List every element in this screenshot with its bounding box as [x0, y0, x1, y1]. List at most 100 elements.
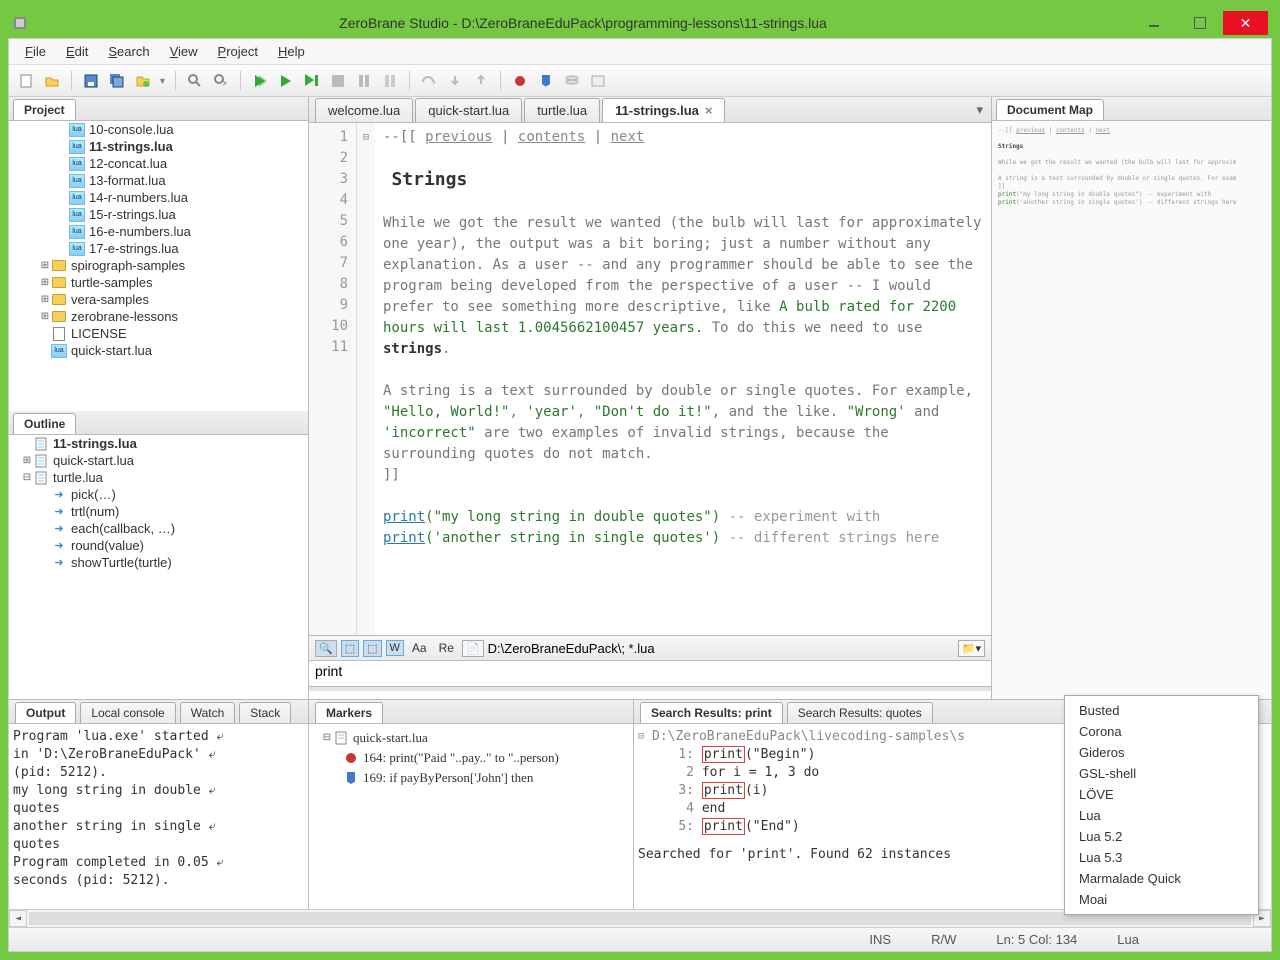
interpreter-option[interactable]: Lua: [1065, 805, 1258, 826]
marker-item[interactable]: 169: if payByPerson['John'] then: [313, 768, 629, 788]
tree-item[interactable]: lua10-console.lua: [9, 121, 308, 138]
tree-item[interactable]: ➜trtl(num): [9, 503, 308, 520]
tree-item[interactable]: ⊞quick-start.lua: [9, 452, 308, 469]
tree-item[interactable]: lua16-e-numbers.lua: [9, 223, 308, 240]
menu-help[interactable]: Help: [268, 41, 315, 62]
status-lang[interactable]: Lua: [1117, 932, 1139, 947]
editor-tab[interactable]: 11-strings.lua×: [602, 98, 725, 122]
tree-item[interactable]: ⊞turtle-samples: [9, 274, 308, 291]
find-in-files-icon[interactable]: 🔍: [315, 640, 337, 657]
search-results-tab[interactable]: Search Results: print: [640, 702, 783, 723]
tree-item[interactable]: ⊞zerobrane-lessons: [9, 308, 308, 325]
search-path-input[interactable]: [488, 641, 954, 656]
editor-tab[interactable]: welcome.lua: [315, 98, 413, 122]
search-opt-regex[interactable]: Re: [435, 641, 458, 655]
bookmark-toggle-icon[interactable]: [535, 70, 557, 92]
view-stack-icon[interactable]: [561, 70, 583, 92]
tree-item[interactable]: ➜round(value): [9, 537, 308, 554]
window-title: ZeroBrane Studio - D:\ZeroBraneEduPack\p…: [36, 15, 1130, 31]
project-panel-tab[interactable]: Project: [13, 99, 76, 120]
run-single-icon[interactable]: [275, 70, 297, 92]
tree-item[interactable]: ⊞vera-samples: [9, 291, 308, 308]
tree-item[interactable]: lua15-r-strings.lua: [9, 206, 308, 223]
maximize-button[interactable]: [1177, 11, 1222, 35]
tree-item[interactable]: ➜pick(…): [9, 486, 308, 503]
interpreter-option[interactable]: Marmalade Quick: [1065, 868, 1258, 889]
pause-icon[interactable]: [353, 70, 375, 92]
close-button[interactable]: ✕: [1223, 11, 1268, 35]
output-console[interactable]: Program 'lua.exe' started ⤶in 'D:\ZeroBr…: [9, 724, 308, 927]
search-scope-icon[interactable]: 📄: [462, 640, 484, 657]
minimize-button[interactable]: [1131, 11, 1176, 35]
marker-item[interactable]: 164: print("Paid "..pay.." to "..person): [313, 748, 629, 768]
editor-tab[interactable]: turtle.lua: [524, 98, 600, 122]
interpreter-option[interactable]: Busted: [1065, 700, 1258, 721]
tree-item[interactable]: lua17-e-strings.lua: [9, 240, 308, 257]
search-toolbar: 🔍 ⬚ ⬚ W Aa Re 📄 📁▾: [309, 635, 991, 661]
tabs-dropdown-icon[interactable]: ▾: [968, 98, 991, 122]
tree-item[interactable]: LICENSE: [9, 325, 308, 342]
menu-project[interactable]: Project: [208, 41, 268, 62]
interpreter-option[interactable]: Lua 5.2: [1065, 826, 1258, 847]
menu-edit[interactable]: Edit: [56, 41, 98, 62]
open-file-icon[interactable]: [41, 70, 63, 92]
search-opt-word[interactable]: W: [386, 640, 404, 656]
status-pos: Ln: 5 Col: 134: [996, 932, 1077, 947]
tree-item[interactable]: ⊞spirograph-samples: [9, 257, 308, 274]
interpreter-option[interactable]: Gideros: [1065, 742, 1258, 763]
tree-item[interactable]: lua14-r-numbers.lua: [9, 189, 308, 206]
step-into-icon[interactable]: [444, 70, 466, 92]
tree-item[interactable]: ➜each(callback, …): [9, 520, 308, 537]
step-over-icon[interactable]: [418, 70, 440, 92]
toolbar: ▼: [9, 65, 1271, 97]
menu-search[interactable]: Search: [98, 41, 159, 62]
interpreter-option[interactable]: Lua 5.3: [1065, 847, 1258, 868]
new-file-icon[interactable]: [15, 70, 37, 92]
docmap-panel-tab[interactable]: Document Map: [996, 99, 1104, 120]
interpreter-popup: BustedCoronaGiderosGSL-shellLÖVELuaLua 5…: [1064, 695, 1259, 915]
save-icon[interactable]: [80, 70, 102, 92]
breakpoint-toggle-icon[interactable]: [509, 70, 531, 92]
interpreter-option[interactable]: Moai: [1065, 889, 1258, 910]
break-icon[interactable]: [379, 70, 401, 92]
replace-icon[interactable]: [210, 70, 232, 92]
find-icon[interactable]: [184, 70, 206, 92]
markers-panel[interactable]: ⊟quick-start.lua 164: print("Paid "..pay…: [309, 724, 633, 927]
step-out-icon[interactable]: [470, 70, 492, 92]
interpreter-option[interactable]: Corona: [1065, 721, 1258, 742]
editor-tab[interactable]: quick-start.lua: [415, 98, 522, 122]
tree-item[interactable]: ⊟turtle.lua: [9, 469, 308, 486]
tree-item[interactable]: 11-strings.lua: [9, 435, 308, 452]
interpreter-option[interactable]: LÖVE: [1065, 784, 1258, 805]
close-tab-icon[interactable]: ×: [705, 103, 713, 118]
view-watch-icon[interactable]: [587, 70, 609, 92]
search-opt-case[interactable]: Aa: [408, 641, 431, 655]
search-results-tab[interactable]: Search Results: quotes: [787, 702, 933, 723]
project-dir-icon[interactable]: [132, 70, 154, 92]
search-opt-2[interactable]: ⬚: [363, 640, 381, 657]
tree-item[interactable]: lua13-format.lua: [9, 172, 308, 189]
tree-item[interactable]: ➜showTurtle(turtle): [9, 554, 308, 571]
stop-icon[interactable]: [327, 70, 349, 92]
menu-file[interactable]: File: [15, 41, 56, 62]
output-tab[interactable]: Local console: [80, 702, 175, 723]
search-browse-icon[interactable]: 📁▾: [958, 640, 985, 657]
search-query-input[interactable]: [315, 663, 985, 679]
project-tree[interactable]: lua10-console.lualua11-strings.lualua12-…: [9, 121, 308, 411]
run-icon[interactable]: [249, 70, 271, 92]
menu-view[interactable]: View: [160, 41, 208, 62]
search-opt-1[interactable]: ⬚: [341, 640, 359, 657]
output-tab[interactable]: Output: [15, 702, 76, 723]
tree-item[interactable]: lua12-concat.lua: [9, 155, 308, 172]
interpreter-option[interactable]: GSL-shell: [1065, 763, 1258, 784]
output-tab[interactable]: Watch: [180, 702, 236, 723]
markers-tab[interactable]: Markers: [315, 702, 383, 723]
save-all-icon[interactable]: [106, 70, 128, 92]
tree-item[interactable]: luaquick-start.lua: [9, 342, 308, 359]
outline-panel-tab[interactable]: Outline: [13, 413, 76, 434]
output-tab[interactable]: Stack: [239, 702, 291, 723]
code-editor[interactable]: 1234567891011 ⊟ --[[ previous | contents…: [309, 123, 991, 635]
menu-bar: File Edit Search View Project Help: [9, 39, 1271, 65]
debug-start-icon[interactable]: [301, 70, 323, 92]
tree-item[interactable]: lua11-strings.lua: [9, 138, 308, 155]
